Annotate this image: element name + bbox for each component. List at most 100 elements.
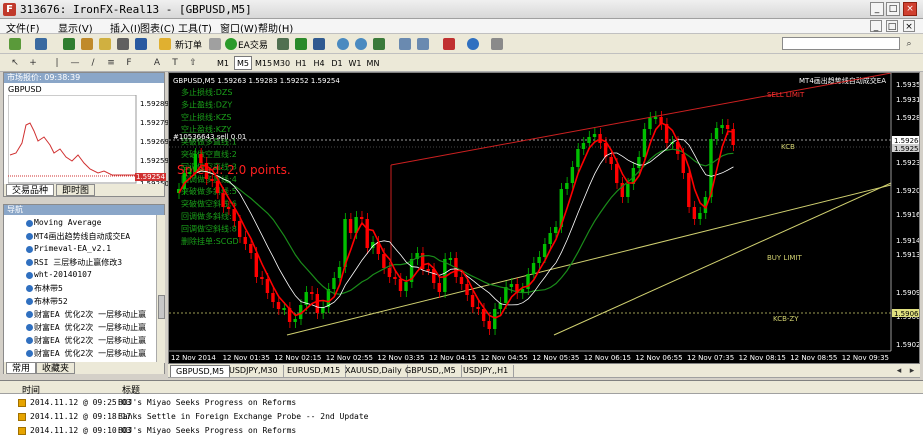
tab-symbols[interactable]: 交易品种 [6, 184, 55, 196]
tick-price-4: 1.59259 [140, 157, 169, 165]
kcb-label: KCB [781, 143, 795, 151]
chart-tab[interactable]: XAUUSD,Daily [340, 365, 408, 377]
timeframe-m1[interactable]: M1 [214, 56, 232, 70]
tester-icon[interactable] [134, 37, 148, 51]
nav-item[interactable]: 财富EA 优化2次 一层移动止赢 [34, 309, 146, 320]
zoom-out-icon[interactable] [354, 37, 368, 51]
timeframe-d1[interactable]: D1 [328, 56, 346, 70]
timeframe-m15[interactable]: M15 [254, 56, 272, 70]
timeframe-mn[interactable]: MN [364, 56, 382, 70]
tile-windows-icon[interactable] [372, 37, 386, 51]
candlestick-icon[interactable] [294, 37, 308, 51]
navigator-scrollbar[interactable] [156, 215, 165, 363]
vertical-line-icon[interactable]: | [50, 56, 64, 70]
fibonacci-icon[interactable]: F [122, 56, 136, 70]
templates-icon[interactable] [490, 37, 504, 51]
cursor-icon[interactable]: ↖ [8, 56, 22, 70]
news-title: Banks Settle in Foreign Exchange Probe -… [118, 412, 369, 421]
chart-canvas[interactable]: GBPUSD,M5 1.59263 1.59283 1.59252 1.5925… [169, 72, 923, 363]
nav-item[interactable]: 财富EA 优化2次 一层移动止赢 [34, 335, 146, 346]
chart-tab[interactable]: USDJPY,M30 [224, 365, 284, 377]
tab-tick-chart[interactable]: 即时图 [56, 184, 96, 196]
menu-insert[interactable]: 插入(I) [110, 20, 141, 35]
news-row[interactable]: 2014.11.12 @ 09:10:03 BOJ's Miyao Seeks … [0, 425, 923, 438]
time-tick: 12 Nov 04:15 [429, 354, 476, 362]
market-watch-icon[interactable] [62, 37, 76, 51]
nav-item[interactable]: Moving Average [34, 218, 101, 227]
price-chart[interactable]: GBPUSD,M5 1.59263 1.59283 1.59252 1.5925… [168, 72, 923, 364]
periods-icon[interactable] [466, 37, 480, 51]
menu-view[interactable]: 显示(V) [58, 20, 93, 35]
candle-body [310, 292, 314, 294]
news-row[interactable]: 2014.11.12 @ 09:25:03 BOJ's Miyao Seeks … [0, 397, 923, 410]
terminal-icon[interactable] [116, 37, 130, 51]
candle-body [581, 143, 586, 149]
tab-scroll-left-icon[interactable]: ◂ [892, 364, 906, 378]
profiles-icon[interactable] [34, 37, 48, 51]
maximize-button[interactable]: □ [886, 2, 900, 16]
nav-item[interactable]: 布林带52 [34, 296, 68, 307]
horizontal-line-icon[interactable]: — [68, 56, 82, 70]
candle-body [476, 307, 480, 309]
menu-help[interactable]: 帮助(H) [258, 20, 293, 35]
timeframe-h4[interactable]: H4 [310, 56, 328, 70]
nav-item[interactable]: Primeval-EA_v2.1 [34, 244, 111, 253]
menu-tools[interactable]: 工具(T) [178, 20, 212, 35]
timeframe-w1[interactable]: W1 [346, 56, 364, 70]
tab-common[interactable]: 常用 [6, 362, 37, 374]
time-tick: 12 Nov 05:35 [532, 354, 579, 362]
text-icon[interactable]: A [150, 56, 164, 70]
nav-item[interactable]: 财富EA 优化2次 一层移动止赢 [34, 348, 146, 359]
chart-ea-name: MT4画出趋势线自动成交EA [799, 76, 886, 85]
mdi-restore-button[interactable]: □ [886, 20, 898, 32]
search-icon[interactable]: ⌕ [902, 37, 916, 51]
chart-tab[interactable]: GBPUSD,,M5 [400, 365, 462, 377]
new-order-icon[interactable] [158, 37, 172, 51]
zoom-in-icon[interactable] [336, 37, 350, 51]
nav-item[interactable]: RSI 三层移动止赢修改3 [34, 257, 122, 268]
nav-item[interactable]: wht-20140107 [34, 270, 92, 279]
column-time[interactable]: 时间 [22, 383, 40, 396]
new-order-button[interactable]: 新订单 [175, 38, 202, 51]
nav-item[interactable]: MT4画出趋势线自动成交EA [34, 231, 130, 242]
column-title[interactable]: 标题 [122, 383, 140, 396]
chart-tab[interactable]: GBPUSD,M5 [170, 365, 231, 377]
line-chart-icon[interactable] [312, 37, 326, 51]
mdi-minimize-button[interactable]: _ [870, 20, 882, 32]
minimize-button[interactable]: _ [870, 2, 884, 16]
chart-tab[interactable]: USDJPY,,H1 [458, 365, 515, 377]
nav-item[interactable]: 财富EA 优化2次 一层移动止赢 [34, 322, 146, 333]
chart-tab[interactable]: EURUSD,M15 [282, 365, 347, 377]
tab-scroll-right-icon[interactable]: ▸ [905, 364, 919, 378]
timeframe-m30[interactable]: M30 [272, 56, 290, 70]
trendline-icon[interactable]: / [86, 56, 100, 70]
data-window-icon[interactable] [98, 37, 112, 51]
mdi-close-button[interactable]: × [903, 20, 915, 32]
news-time: 2014.11.12 @ 09:25:03 [30, 398, 132, 407]
timeframe-m5[interactable]: M5 [234, 56, 252, 70]
close-button[interactable]: × [903, 2, 917, 16]
ea-button[interactable]: EA交易 [238, 38, 268, 51]
autoscroll-icon[interactable] [416, 37, 430, 51]
channel-icon[interactable]: ≡ [104, 56, 118, 70]
expert-advisors-icon[interactable] [224, 37, 238, 51]
menu-file[interactable]: 文件(F) [6, 20, 40, 35]
tab-favorites[interactable]: 收藏夹 [36, 362, 76, 374]
menu-charts[interactable]: 图表(C) [140, 20, 175, 35]
time-tick: 12 Nov 08:55 [790, 354, 837, 362]
search-input[interactable] [782, 37, 900, 50]
menu-window[interactable]: 窗口(W) [220, 20, 258, 35]
metaeditor-icon[interactable] [208, 37, 222, 51]
nav-item[interactable]: 布林带5 [34, 283, 63, 294]
indicators-icon[interactable] [442, 37, 456, 51]
navigator-scroll-thumb[interactable] [158, 295, 165, 319]
crosshair-icon[interactable]: + [26, 56, 40, 70]
navigator-icon[interactable] [80, 37, 94, 51]
chart-shift-icon[interactable] [398, 37, 412, 51]
bar-chart-icon[interactable] [276, 37, 290, 51]
label-icon[interactable]: T [168, 56, 182, 70]
news-row[interactable]: 2014.11.12 @ 09:18:17 Banks Settle in Fo… [0, 411, 923, 424]
timeframe-h1[interactable]: H1 [292, 56, 310, 70]
arrows-icon[interactable]: ⇧ [186, 56, 200, 70]
new-chart-icon[interactable] [8, 37, 22, 51]
